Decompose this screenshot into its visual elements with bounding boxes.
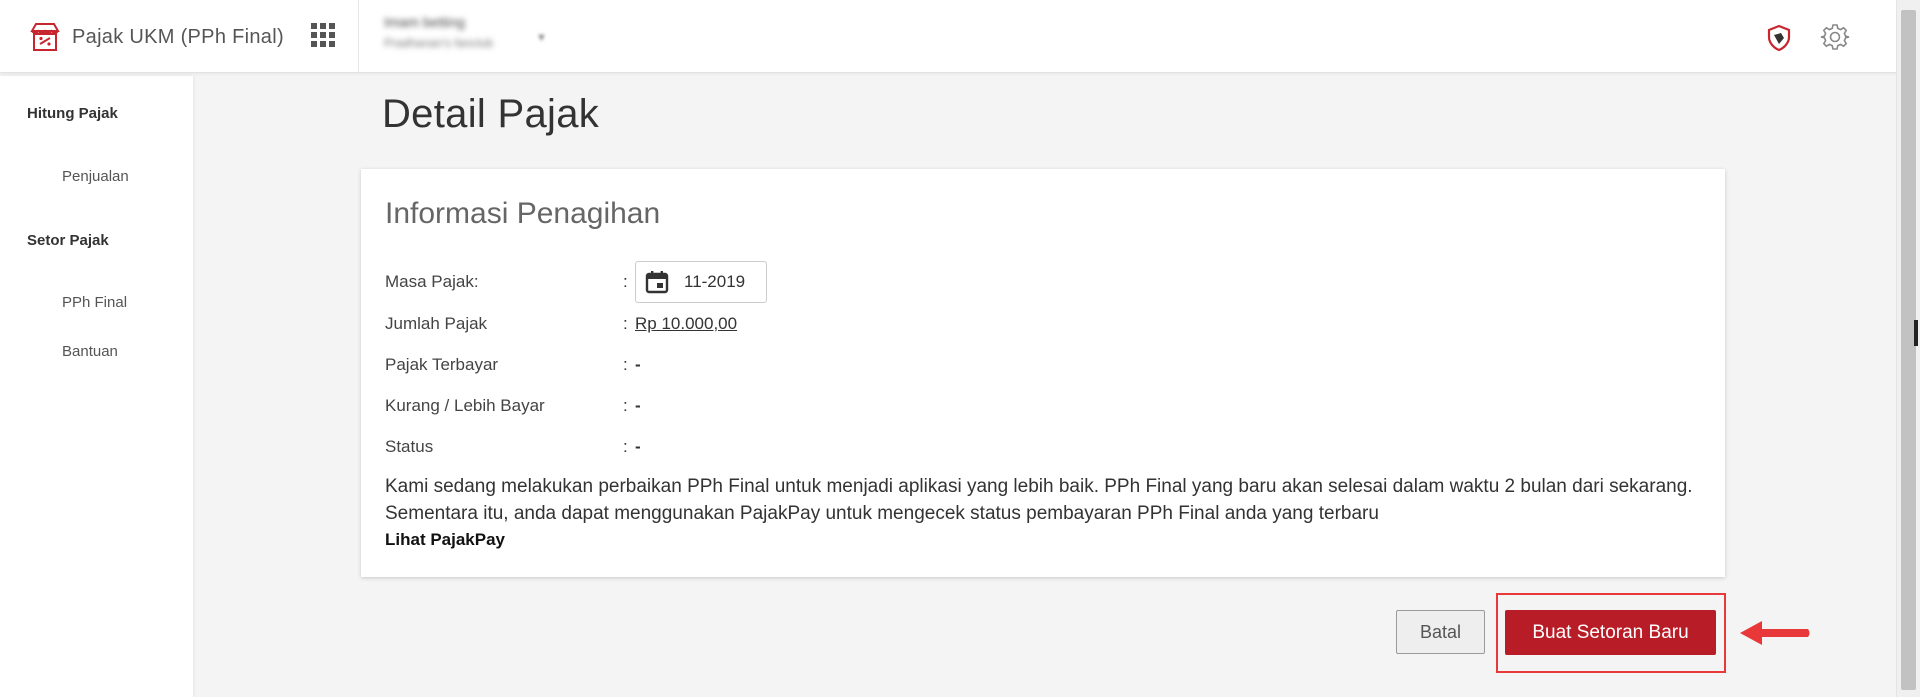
top-bar: Pajak UKM (PPh Final) Imam betting Pradh… — [0, 0, 1896, 73]
page-title: Detail Pajak — [382, 92, 600, 136]
arrow-left-annotation-icon — [1740, 621, 1810, 645]
billing-info-card: Informasi Penagihan Masa Pajak: : 11-201… — [361, 169, 1725, 577]
colon: : — [623, 437, 628, 456]
maintenance-notice: Kami sedang melakukan perbaikan PPh Fina… — [385, 476, 1693, 524]
lihat-pajakpay-link[interactable]: Lihat PajakPay — [385, 530, 505, 550]
colon: : — [623, 314, 628, 333]
shield-icon[interactable] — [1765, 24, 1793, 52]
pajak-terbayar-label: Pajak Terbayar — [385, 355, 499, 374]
user-subtitle: Pradhanan's fanclub — [384, 36, 494, 50]
jumlah-pajak-label: Jumlah Pajak — [385, 314, 488, 333]
sidebar-item-pph-final[interactable]: PPh Final — [62, 294, 127, 311]
sidebar-heading-setor-pajak[interactable]: Setor Pajak — [27, 232, 109, 249]
masa-pajak-value: 11-2019 — [684, 272, 746, 291]
sidebar-item-bantuan[interactable]: Bantuan — [62, 343, 118, 360]
gear-icon[interactable] — [1820, 22, 1850, 52]
brand[interactable]: Pajak UKM (PPh Final) — [28, 20, 284, 54]
masa-pajak-date-picker[interactable]: 11-2019 — [635, 261, 767, 303]
status-label: Status — [385, 437, 434, 456]
calendar-icon — [645, 271, 669, 294]
card-title: Informasi Penagihan — [385, 197, 661, 230]
colon: : — [623, 396, 628, 415]
colon: : — [623, 272, 628, 291]
user-name: Imam betting — [384, 14, 465, 30]
storefront-icon — [30, 23, 60, 51]
create-new-deposit-button[interactable]: Buat Setoran Baru — [1505, 610, 1716, 655]
vertical-scrollbar[interactable] — [1896, 0, 1920, 697]
status-value: - — [635, 437, 641, 456]
colon: : — [623, 355, 628, 374]
sidebar-heading-hitung-pajak[interactable]: Hitung Pajak — [27, 105, 118, 122]
sidebar: Hitung Pajak Penjualan Setor Pajak PPh F… — [0, 76, 193, 697]
sidebar-item-penjualan[interactable]: Penjualan — [62, 168, 129, 185]
app-title: Pajak UKM (PPh Final) — [72, 25, 284, 48]
text-cursor — [1914, 320, 1918, 346]
cancel-button[interactable]: Batal — [1396, 610, 1485, 654]
caret-down-icon: ▼ — [536, 32, 547, 44]
masa-pajak-label: Masa Pajak: — [385, 272, 479, 291]
kurang-lebih-bayar-value: - — [635, 396, 641, 415]
pajak-terbayar-value: - — [635, 355, 641, 374]
scrollbar-thumb[interactable] — [1901, 10, 1916, 690]
user-switcher[interactable]: Imam betting Pradhanan's fanclub ▼ — [384, 14, 547, 50]
kurang-lebih-bayar-label: Kurang / Lebih Bayar — [385, 396, 545, 415]
apps-grid-icon[interactable] — [310, 22, 336, 48]
header-divider — [358, 0, 359, 72]
jumlah-pajak-value[interactable]: Rp 10.000,00 — [635, 314, 737, 334]
